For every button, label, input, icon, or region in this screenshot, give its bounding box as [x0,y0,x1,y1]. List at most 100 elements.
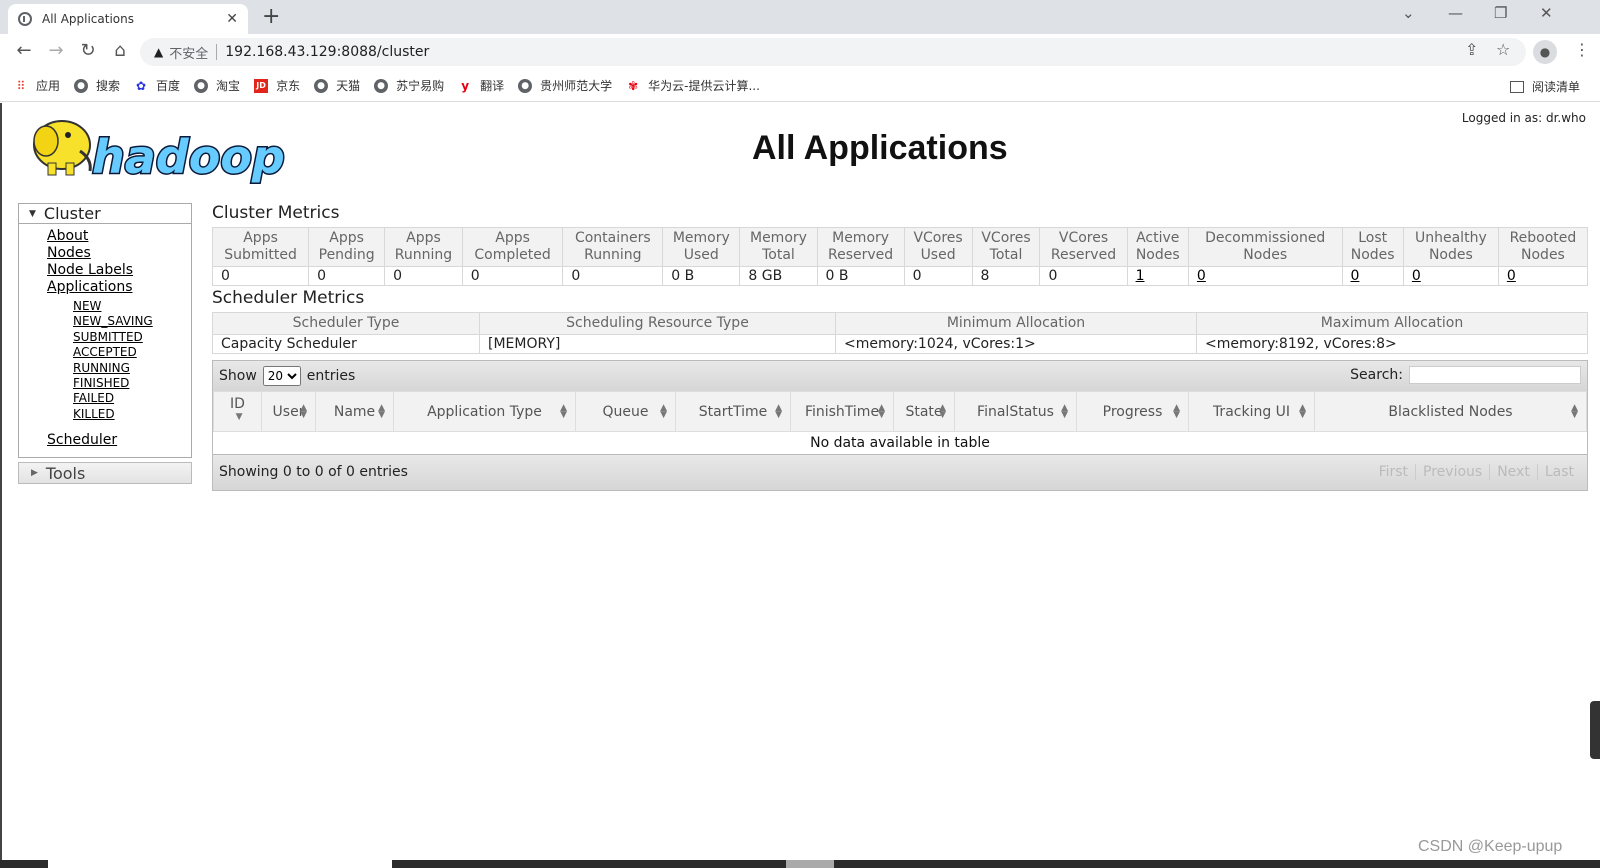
bookmarks-bar: ⠿ 应用 ● 搜索 ✿ 百度 ● 淘宝 JD 京东 ● 天猫 ● 苏宁易购 y … [0,70,1600,102]
bookmark-baidu[interactable]: ✿ 百度 [134,77,180,94]
reading-list[interactable]: 阅读清单 [1509,78,1580,95]
close-window-icon[interactable]: ✕ [1540,4,1553,22]
header-line: Nodes [1521,247,1565,263]
sidebar-state-new[interactable]: NEW [73,299,191,314]
sidebar-state-failed[interactable]: FAILED [73,391,191,406]
sortable-column-header[interactable]: Application Type ▲ ▼ [393,391,576,432]
sidebar-state-new-saving[interactable]: NEW_SAVING [73,314,191,329]
column-header: Apps Submitted [211,227,310,267]
taskbar-item[interactable] [786,860,834,868]
pager-last-button[interactable]: Last [1536,463,1581,480]
header-line: Apps [329,230,364,246]
close-tab-icon[interactable]: ✕ [226,11,238,27]
apps-grid-icon: ⠿ [16,78,26,93]
home-icon[interactable]: ⌂ [108,40,132,61]
table-cell: 1 [1126,266,1189,286]
table-row: 0 0 0 0 0 0 B 8 GB 0 B 0 8 0 1 0 0 0 0 [211,266,1589,286]
restore-icon[interactable]: ❐ [1494,4,1507,22]
sidebar-state-accepted[interactable]: ACCEPTED [73,345,191,360]
bookmark-jd[interactable]: JD 京东 [254,77,300,94]
sortable-column-header[interactable]: FinalStatus ▲ ▼ [954,391,1077,432]
header-line: Memory [832,230,890,246]
globe-icon: ● [374,78,389,93]
sidebar-link-nodes[interactable]: Nodes [47,245,191,262]
sidebar-state-submitted[interactable]: SUBMITTED [73,330,191,345]
sortable-column-header[interactable]: Progress ▲ ▼ [1076,391,1189,432]
bookmark-huawei[interactable]: ✾ 华为云-提供云计算... [626,77,760,94]
header-line: Nodes [1428,247,1473,263]
sort-icon: ▲ ▼ [1061,403,1068,420]
menu-icon[interactable]: ⋮ [1574,40,1590,59]
tools-header[interactable]: ▶ Tools [18,462,192,485]
sortable-column-header[interactable]: Name ▲ ▼ [315,391,394,432]
search-label: Search: [1350,367,1403,383]
sidebar-state-killed[interactable]: KILLED [73,407,191,422]
column-header: VCores Total [971,227,1041,267]
bookmark-search[interactable]: ● 搜索 [74,77,120,94]
table-info: Showing 0 to 0 of 0 entries [219,464,408,480]
back-icon[interactable]: ← [12,40,36,61]
cluster-label: Cluster [43,204,101,223]
address-bar[interactable]: ▲ 不安全 192.168.43.129:8088/cluster [140,38,1526,66]
sidebar-link-about[interactable]: About [47,228,191,245]
pager-next-button[interactable]: Next [1489,463,1537,480]
cluster-header[interactable]: ▼ Cluster [19,204,191,224]
sortable-column-header[interactable]: State ▲ ▼ [893,391,955,432]
reload-icon[interactable]: ↻ [76,40,100,61]
minimize-icon[interactable]: — [1448,4,1463,22]
node-count-link[interactable]: 1 [1136,268,1145,284]
column-header: Scheduler Type [212,312,480,335]
tab-search-icon[interactable]: ⌄ [1402,4,1415,22]
column-label: State [905,403,943,420]
bookmark-translate[interactable]: y 翻译 [458,77,504,94]
sortable-column-header[interactable]: Blacklisted Nodes ▲ ▼ [1314,391,1587,432]
bookmark-apps[interactable]: ⠿ 应用 [14,77,60,94]
sortable-column-header[interactable]: FinishTime ▲ ▼ [790,391,894,432]
metric-value: 8 GB [748,268,783,284]
node-count-link[interactable]: 0 [1507,268,1516,284]
column-header: Unhealthy Nodes [1402,227,1499,267]
page-size-select[interactable]: 20 [262,366,301,386]
header-line: Decommissioned [1205,230,1326,246]
sortable-column-header[interactable]: Tracking UI ▲ ▼ [1188,391,1315,432]
search-input[interactable] [1409,366,1581,384]
header-line: Rebooted [1509,230,1577,246]
sortable-column-header[interactable]: User ▲ ▼ [261,391,316,432]
sortable-column-header[interactable]: Queue ▲ ▼ [575,391,676,432]
header-line: Apps [406,230,441,246]
share-icon[interactable]: ⇪ [1465,40,1478,59]
header-line: Running [584,247,642,263]
bookmark-suning[interactable]: ● 苏宁易购 [374,77,444,94]
pager-first-button[interactable]: First [1372,464,1415,480]
reading-list-label: 阅读清单 [1531,80,1580,94]
sidebar-link-scheduler[interactable]: Scheduler [47,432,191,449]
node-count-link[interactable]: 0 [1412,268,1421,284]
sidebar-link-applications[interactable]: Applications [47,279,191,296]
taskbar-item[interactable] [48,860,392,868]
forward-icon[interactable]: → [44,40,68,61]
bookmark-taobao[interactable]: ● 淘宝 [194,77,240,94]
sidebar-state-finished[interactable]: FINISHED [73,376,191,391]
browser-tab[interactable]: All Applications ✕ [8,4,248,34]
hadoop-logo[interactable]: hadoop [20,111,320,186]
sort-icon: ▲ ▼ [775,403,782,420]
column-header: Apps Running [384,227,463,267]
scrollbar-handle[interactable] [1590,701,1600,759]
sidebar-link-node-labels[interactable]: Node Labels [47,262,191,279]
url-text[interactable]: 192.168.43.129:8088/cluster [225,44,429,60]
bookmark-star-icon[interactable]: ☆ [1496,40,1510,59]
sidebar-state-running[interactable]: RUNNING [73,361,191,376]
pager-previous-button[interactable]: Previous [1415,463,1489,480]
sidebar: ▼ Cluster About Nodes Node Labels Applic… [18,203,192,485]
node-count-link[interactable]: 0 [1197,268,1206,284]
sortable-column-header[interactable]: ID ▼ [213,391,262,432]
sortable-column-header[interactable]: StartTime ▲ ▼ [675,391,791,432]
profile-avatar[interactable]: ● [1533,40,1557,64]
node-count-link[interactable]: 0 [1351,268,1360,284]
bookmark-tmall[interactable]: ● 天猫 [314,77,360,94]
sort-icon: ▼ [235,412,243,422]
bookmark-label: 搜索 [96,79,121,93]
new-tab-button[interactable]: + [262,4,280,29]
bookmark-gznu[interactable]: ● 贵州师范大学 [518,77,612,94]
table-cell: 0 [1187,266,1343,286]
